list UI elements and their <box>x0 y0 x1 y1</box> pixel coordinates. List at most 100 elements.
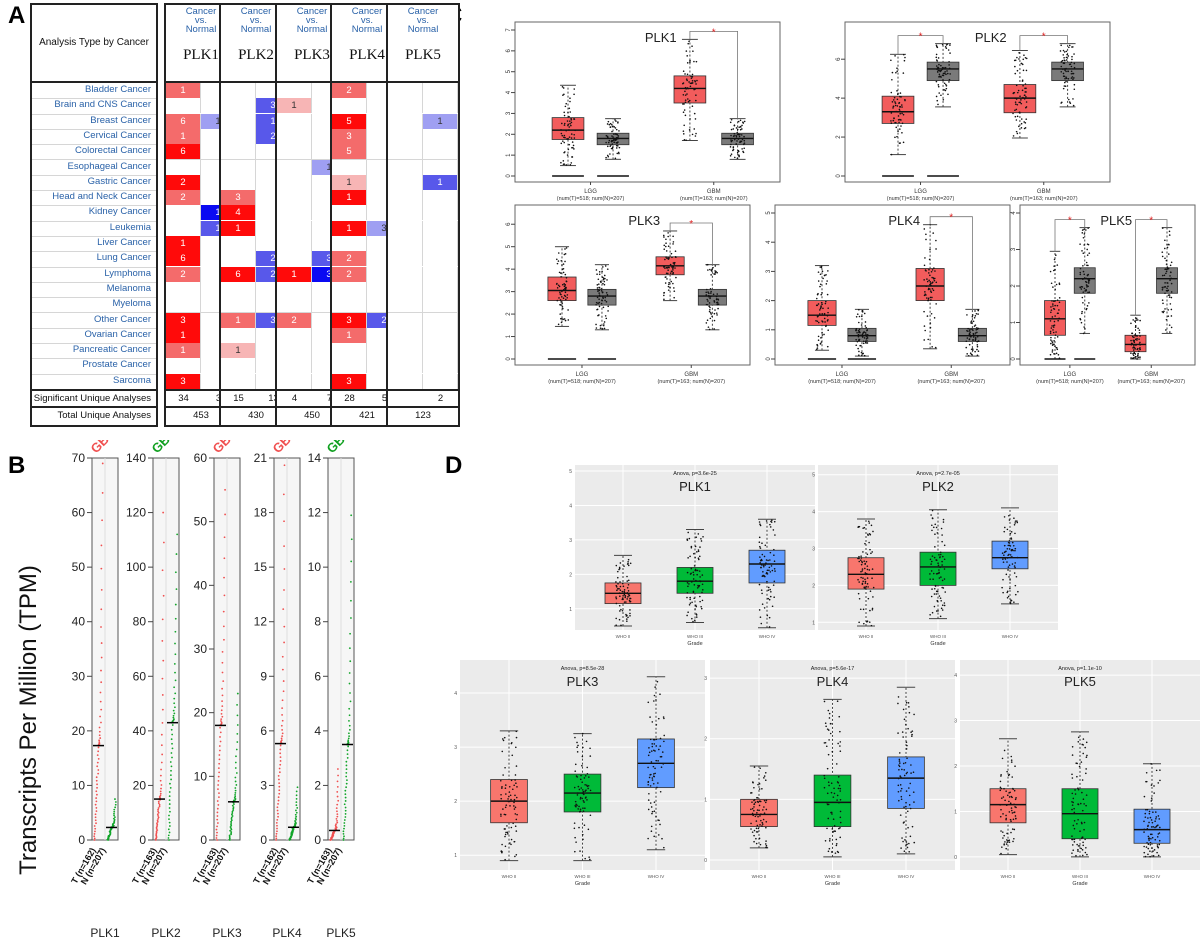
data-point <box>930 514 932 516</box>
y-tick-label: 0 <box>139 833 146 847</box>
data-point <box>816 344 819 346</box>
overexpression-cell[interactable]: 3 <box>221 190 256 206</box>
data-point <box>932 232 935 234</box>
data-point <box>568 129 570 131</box>
underexpression-cell[interactable]: 1 <box>423 113 458 129</box>
overexpression-cell[interactable]: 3 <box>332 128 367 144</box>
overexpression-cell[interactable]: 2 <box>332 83 367 98</box>
overexpression-cell[interactable]: 1 <box>221 220 256 236</box>
gene-title: PLK2 <box>922 479 954 494</box>
overexpression-cell[interactable]: 6 <box>166 144 201 160</box>
cancer-label[interactable]: Ovarian Cancer <box>84 329 151 340</box>
cancer-label[interactable]: Brain and CNS Cancer <box>54 99 151 110</box>
data-point <box>908 804 911 806</box>
data-point <box>603 280 606 283</box>
cancer-label[interactable]: Sarcoma <box>113 375 151 386</box>
cancer-label[interactable]: Lymphoma <box>104 268 151 279</box>
data-point <box>830 791 833 794</box>
overexpression-cell[interactable]: 3 <box>332 373 367 389</box>
data-point <box>350 599 352 602</box>
overexpression-cell[interactable]: 1 <box>332 220 367 236</box>
cancer-label[interactable]: Breast Cancer <box>90 115 151 126</box>
data-point <box>276 824 278 827</box>
overexpression-cell[interactable]: 2 <box>166 190 201 206</box>
overexpression-cell[interactable]: 6 <box>166 113 201 129</box>
overexpression-cell[interactable]: 1 <box>277 266 312 282</box>
overexpression-cell[interactable]: 1 <box>332 190 367 206</box>
data-point <box>759 561 761 564</box>
data-point <box>100 642 103 644</box>
data-point <box>898 762 901 764</box>
cancer-label[interactable]: Leukemia <box>110 222 151 233</box>
overexpression-cell[interactable]: 6 <box>221 266 256 282</box>
cancer-label[interactable]: Prostate Cancer <box>82 359 151 370</box>
data-point <box>733 135 735 137</box>
data-point <box>348 714 351 717</box>
overexpression-cell[interactable]: 1 <box>221 343 256 359</box>
overexpression-cell[interactable]: 1 <box>166 83 201 98</box>
data-point <box>1022 58 1025 61</box>
data-point <box>280 739 283 742</box>
overexpression-cell[interactable]: 5 <box>332 113 367 129</box>
overexpression-cell[interactable]: 1 <box>277 98 312 114</box>
data-point <box>1156 844 1159 846</box>
data-point <box>691 76 694 78</box>
overexpression-cell[interactable]: 2 <box>332 266 367 282</box>
cancer-label[interactable]: Gastric Cancer <box>88 176 151 187</box>
y-tick-label: 50 <box>194 515 208 529</box>
data-point <box>221 671 224 674</box>
overexpression-cell[interactable]: 1 <box>166 343 201 359</box>
data-point <box>674 256 677 258</box>
overexpression-cell[interactable]: 3 <box>332 312 367 328</box>
overexpression-cell[interactable]: 4 <box>221 205 256 221</box>
data-point <box>1014 65 1016 68</box>
data-point <box>1010 761 1013 763</box>
overexpression-cell[interactable]: 6 <box>166 251 201 267</box>
overexpression-cell[interactable]: 1 <box>221 312 256 328</box>
overexpression-cell[interactable]: 2 <box>277 312 312 328</box>
cancer-label[interactable]: Colorectal Cancer <box>75 145 151 156</box>
data-point <box>1012 818 1015 821</box>
cancer-label[interactable]: Melanoma <box>107 283 151 294</box>
data-point <box>864 321 867 323</box>
y-tick-label: 20 <box>194 706 208 720</box>
data-point <box>1013 803 1015 806</box>
data-point <box>859 331 861 334</box>
cancer-row: Other Cancer <box>32 313 156 329</box>
table-row <box>388 98 458 115</box>
overexpression-cell[interactable]: 2 <box>332 251 367 267</box>
overexpression-cell[interactable]: 5 <box>332 144 367 160</box>
overexpression-cell[interactable]: 2 <box>166 266 201 282</box>
cancer-label[interactable]: Other Cancer <box>94 314 151 325</box>
cancer-label[interactable]: Bladder Cancer <box>85 84 151 95</box>
overexpression-cell[interactable]: 1 <box>332 327 367 343</box>
data-point <box>894 55 896 57</box>
overexpression-cell[interactable]: 1 <box>332 174 367 190</box>
data-point <box>1016 103 1019 106</box>
data-point <box>936 590 939 593</box>
cancer-label[interactable]: Head and Neck Cancer <box>52 191 151 202</box>
cancer-label[interactable]: Liver Cancer <box>97 237 151 248</box>
data-point <box>821 270 824 273</box>
cancer-label[interactable]: Myeloma <box>112 298 151 309</box>
overexpression-cell[interactable]: 3 <box>166 373 201 389</box>
cancer-label[interactable]: Cervical Cancer <box>83 130 151 141</box>
overexpression-cell[interactable]: 2 <box>166 174 201 190</box>
data-point <box>701 591 703 594</box>
data-point <box>768 598 771 601</box>
overexpression-cell[interactable]: 3 <box>166 312 201 328</box>
cancer-label[interactable]: Kidney Cancer <box>89 206 151 217</box>
data-point <box>1079 830 1081 832</box>
data-point <box>663 298 665 301</box>
data-point <box>862 331 865 333</box>
cancer-label[interactable]: Esophageal Cancer <box>68 161 151 172</box>
cancer-label[interactable]: Pancreatic Cancer <box>73 344 151 355</box>
data-point <box>619 610 621 612</box>
cancer-label[interactable]: Lung Cancer <box>97 252 151 263</box>
overexpression-cell[interactable]: 1 <box>166 128 201 144</box>
data-point <box>709 297 711 300</box>
overexpression-cell[interactable]: 1 <box>166 236 201 251</box>
overexpression-cell[interactable]: 1 <box>166 327 201 343</box>
underexpression-cell[interactable]: 1 <box>423 174 458 190</box>
data-point <box>673 296 675 299</box>
